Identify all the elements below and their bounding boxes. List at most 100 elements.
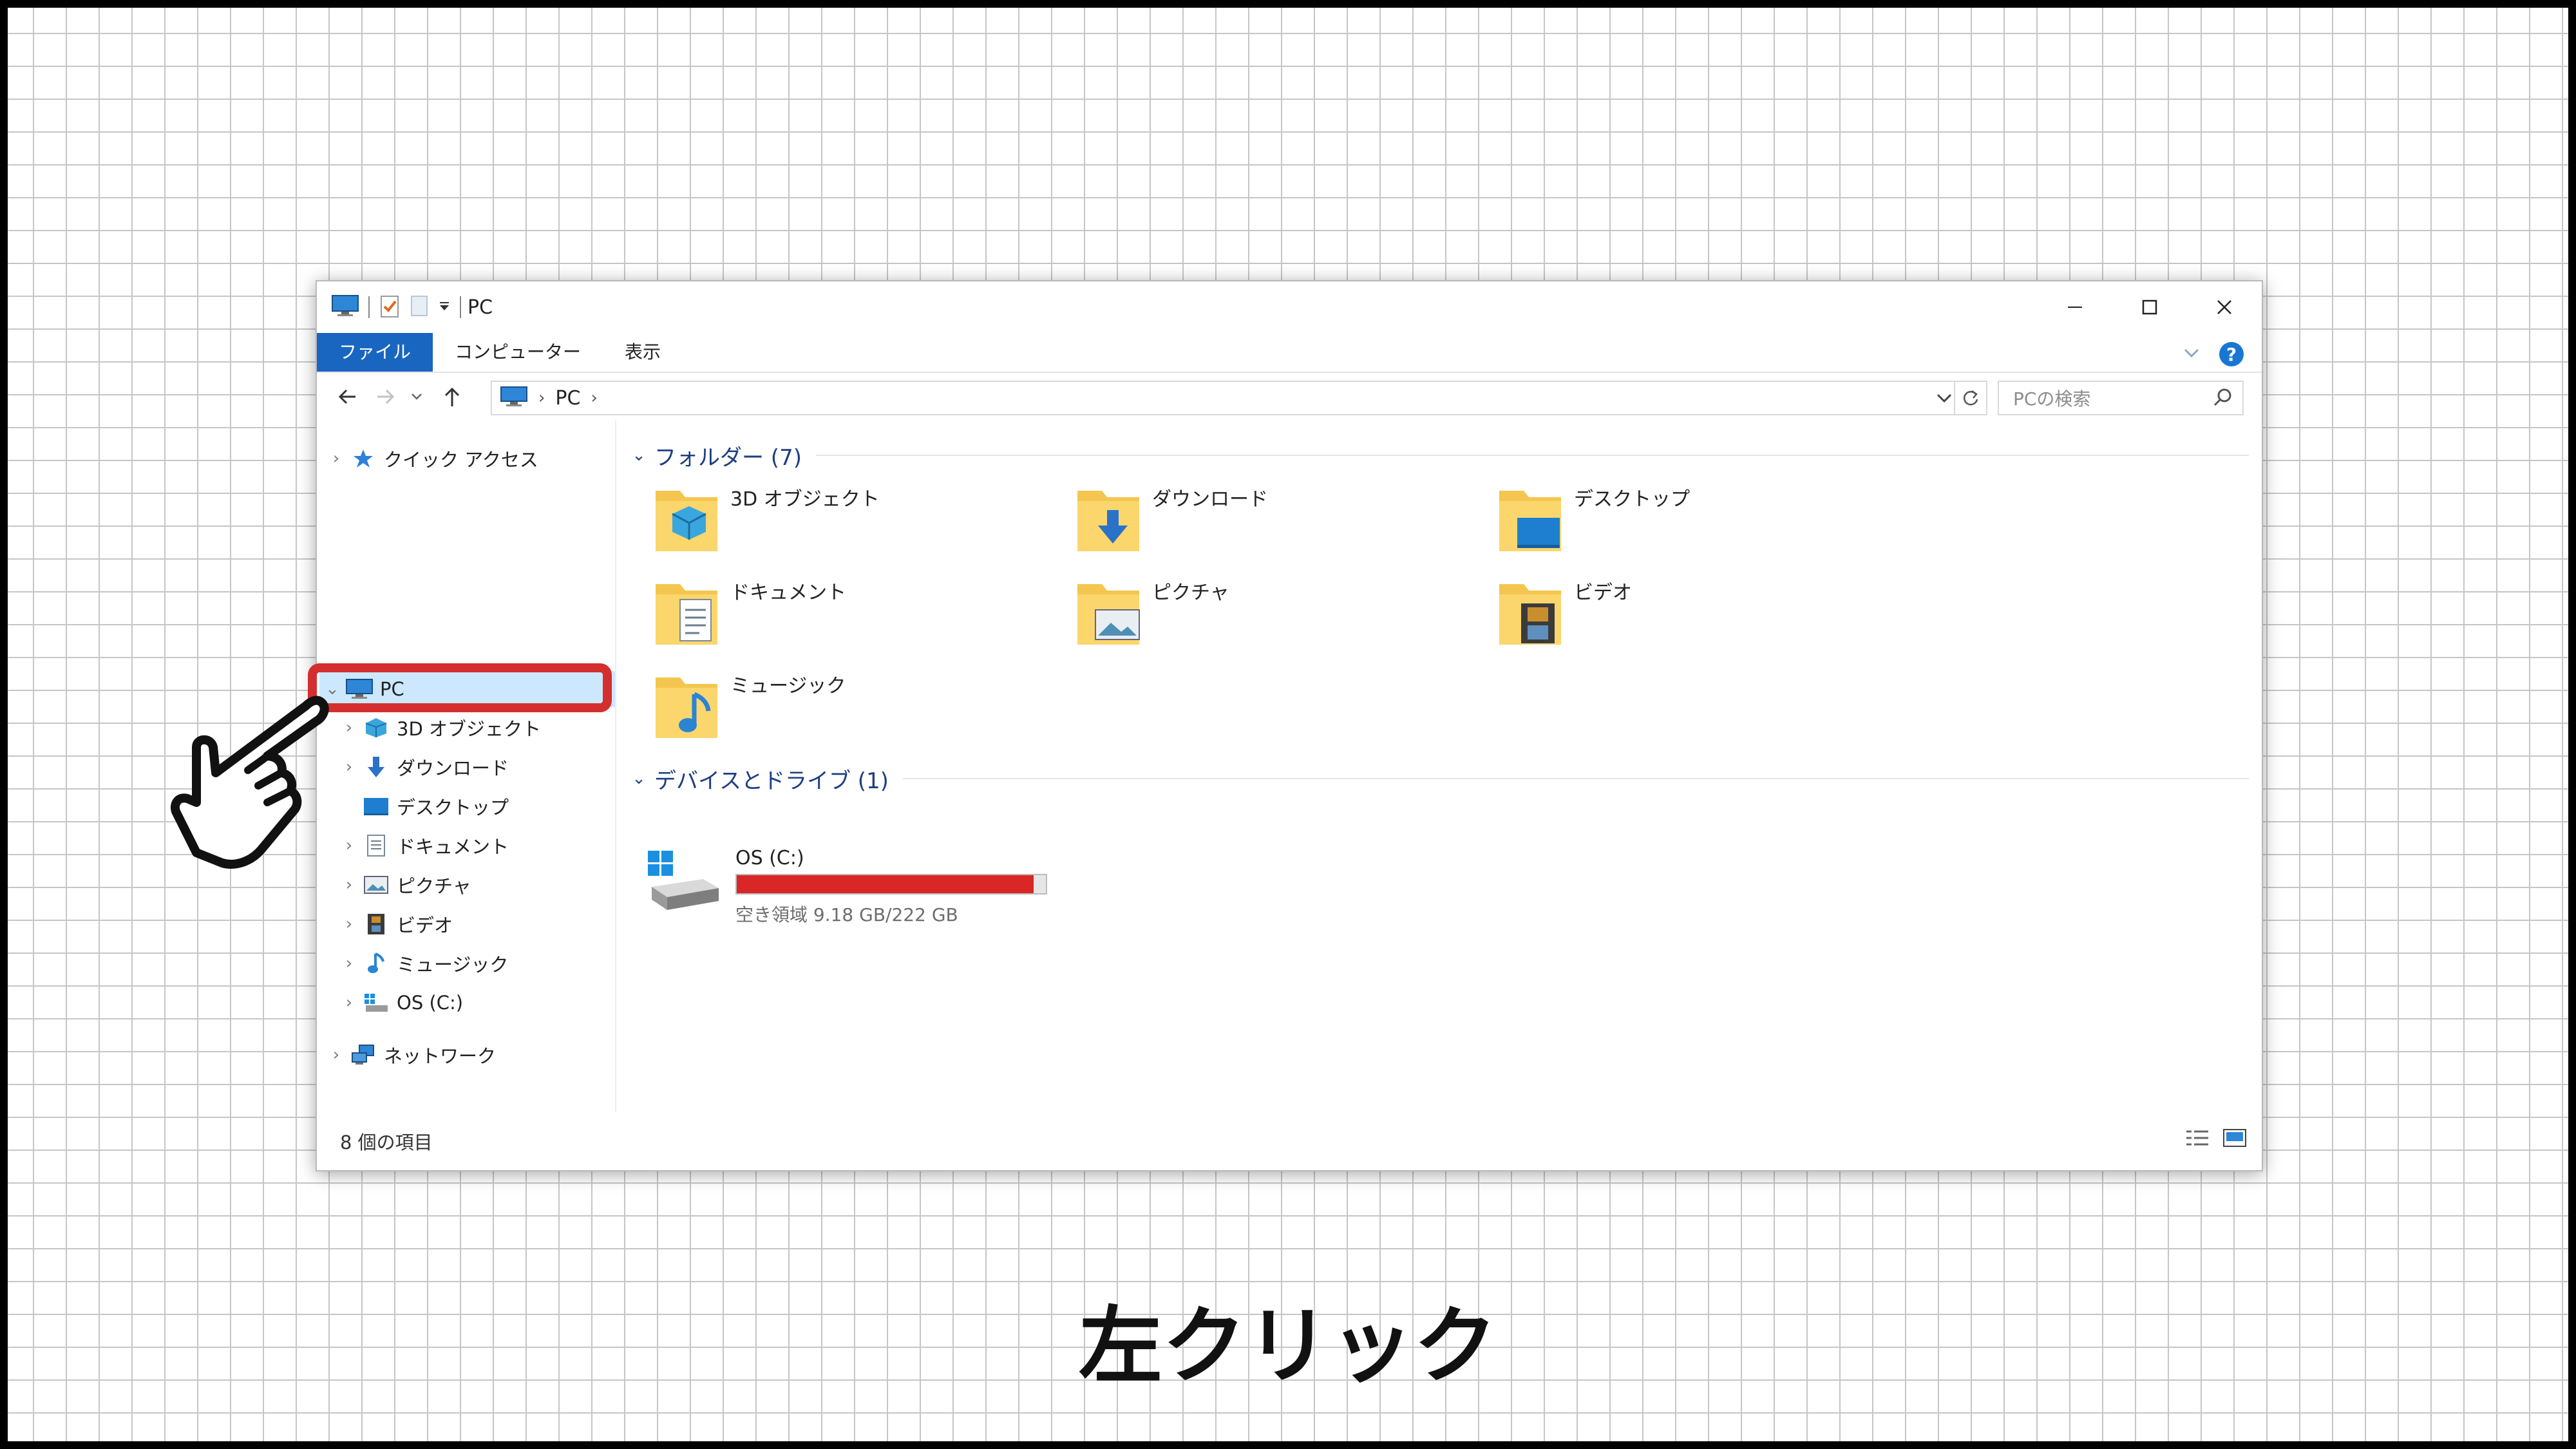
- breadcrumb-separator-icon[interactable]: ›: [591, 388, 597, 408]
- maximize-button[interactable]: [2112, 281, 2187, 333]
- pc-highlight-box: [308, 663, 612, 712]
- nav-item-documents[interactable]: › ドキュメント: [336, 828, 509, 864]
- pc-icon: [331, 294, 359, 320]
- content-pane: ⌄ フォルダー (7) 3D オブジェクト ダウンロード デスクトップ ドキュメ…: [626, 420, 2262, 1112]
- folder-3d-icon: [656, 491, 717, 551]
- nav-item-3d-objects[interactable]: › 3D オブジェクト: [336, 710, 541, 746]
- address-bar[interactable]: › PC ›: [491, 381, 1987, 415]
- navigation-pane: › クイック アクセス ⌄ PC › 3D オブジェクト › ダウンロード デス…: [317, 420, 616, 1112]
- folder-downloads[interactable]: ダウンロード: [1074, 478, 1486, 562]
- expand-chevron-icon[interactable]: ›: [323, 1045, 349, 1065]
- search-input[interactable]: PCの検索: [1998, 381, 2244, 415]
- folder-music[interactable]: ミュージック: [652, 665, 1064, 748]
- folder-picture-icon: [1077, 584, 1140, 645]
- collapse-chevron-icon[interactable]: ⌄: [626, 769, 652, 788]
- tab-file[interactable]: ファイル: [317, 333, 433, 372]
- expand-chevron-icon[interactable]: ›: [336, 993, 362, 1012]
- address-row: › PC › PCの検索: [317, 372, 2262, 421]
- tab-view[interactable]: 表示: [603, 333, 683, 372]
- star-icon: [349, 446, 377, 471]
- customize-toolbar-icon[interactable]: [438, 299, 451, 315]
- properties-icon[interactable]: [379, 294, 401, 321]
- group-label: フォルダー (7): [654, 444, 802, 471]
- tab-computer[interactable]: コンピューター: [433, 333, 603, 372]
- folder-documents[interactable]: ドキュメント: [652, 571, 1064, 655]
- folder-videos[interactable]: ビデオ: [1495, 571, 1908, 655]
- drive-usage-fill: [737, 875, 1034, 893]
- desktop-icon: [362, 793, 390, 819]
- up-arrow-icon[interactable]: [436, 381, 468, 413]
- folder-label: デスクトップ: [1574, 488, 1690, 511]
- drive-free-space: 空き領域 9.18 GB/222 GB: [735, 904, 958, 925]
- expand-chevron-icon[interactable]: ›: [336, 718, 362, 737]
- 3d-objects-icon: [362, 715, 390, 741]
- nav-item-label: ミュージック: [397, 954, 509, 976]
- title-bar: PC: [317, 281, 2262, 333]
- drive-usage-bar: [735, 874, 1047, 895]
- expand-chevron-icon[interactable]: ›: [336, 875, 362, 895]
- film-icon: [362, 911, 390, 937]
- nav-item-quick-access[interactable]: › クイック アクセス: [323, 440, 538, 477]
- quick-access-toolbar: [331, 294, 461, 321]
- folder-film-icon: [1499, 584, 1561, 645]
- help-icon[interactable]: ?: [2219, 342, 2244, 366]
- nav-item-os-c[interactable]: › OS (C:): [336, 985, 463, 1021]
- folder-pictures[interactable]: ピクチャ: [1074, 571, 1486, 655]
- breadcrumb-separator-icon[interactable]: ›: [538, 388, 545, 408]
- expand-chevron-icon[interactable]: ›: [336, 836, 362, 855]
- folder-label: ピクチャ: [1152, 582, 1229, 604]
- devices-group-header[interactable]: ⌄ デバイスとドライブ (1): [626, 762, 2249, 795]
- folder-3d-objects[interactable]: 3D オブジェクト: [652, 478, 1064, 562]
- expand-ribbon-chevron-icon[interactable]: [2183, 346, 2200, 362]
- back-arrow-icon[interactable]: [331, 381, 363, 413]
- music-note-icon: [362, 951, 390, 976]
- drive-icon: [362, 990, 390, 1016]
- nav-item-pictures[interactable]: › ピクチャ: [336, 867, 471, 903]
- window-title: PC: [468, 296, 493, 319]
- collapse-chevron-icon[interactable]: ⌄: [626, 446, 652, 465]
- nav-item-label: OS (C:): [397, 992, 464, 1014]
- recent-locations-chevron-icon[interactable]: [404, 381, 430, 413]
- folder-desktop[interactable]: デスクトップ: [1495, 478, 1908, 562]
- drive-tile-os-c[interactable]: OS (C:) 空き領域 9.18 GB/222 GB: [645, 842, 1096, 925]
- new-folder-icon[interactable]: [410, 294, 429, 320]
- item-count: 8 個の項目: [340, 1132, 433, 1153]
- pointing-hand-icon: [171, 696, 329, 869]
- nav-item-desktop[interactable]: デスクトップ: [336, 788, 509, 824]
- status-bar: 8 個の項目: [317, 1113, 2262, 1170]
- address-history-chevron-icon[interactable]: [1936, 382, 1953, 414]
- folder-music-icon: [656, 677, 717, 738]
- nav-item-label: ネットワーク: [384, 1045, 497, 1067]
- network-icon: [349, 1042, 377, 1068]
- folder-document-icon: [656, 584, 717, 645]
- expand-chevron-icon[interactable]: ›: [323, 449, 349, 468]
- window-controls: [2038, 281, 2262, 333]
- nav-item-videos[interactable]: › ビデオ: [336, 906, 453, 942]
- folder-desktop-icon: [1499, 491, 1561, 551]
- minimize-button[interactable]: [2038, 281, 2112, 333]
- refresh-icon[interactable]: [1954, 382, 1986, 414]
- forward-arrow-icon[interactable]: [370, 381, 402, 413]
- pc-icon: [500, 386, 528, 410]
- close-button[interactable]: [2187, 281, 2262, 333]
- nav-item-music[interactable]: › ミュージック: [336, 945, 508, 981]
- folders-group-header[interactable]: ⌄ フォルダー (7): [626, 439, 2249, 471]
- download-arrow-icon: [362, 754, 390, 780]
- breadcrumb-pc[interactable]: PC: [555, 387, 580, 410]
- explorer-window: PC ファイル コンピューター 表示 ? › PC › PCの検索 › クイック…: [316, 280, 2263, 1171]
- nav-item-network[interactable]: › ネットワーク: [323, 1037, 496, 1073]
- folder-download-icon: [1077, 491, 1139, 551]
- nav-item-label: クイック アクセス: [384, 449, 538, 471]
- search-icon[interactable]: [2213, 387, 2233, 410]
- ribbon-tabs: ファイル コンピューター 表示 ?: [317, 333, 2262, 372]
- expand-chevron-icon[interactable]: ›: [336, 757, 362, 777]
- windows-drive-icon: [648, 851, 719, 910]
- folder-label: ミュージック: [730, 675, 846, 697]
- nav-item-downloads[interactable]: › ダウンロード: [336, 749, 509, 785]
- expand-chevron-icon[interactable]: ›: [336, 914, 362, 934]
- details-view-icon[interactable]: [2184, 1128, 2210, 1151]
- nav-item-label: ドキュメント: [397, 836, 509, 858]
- caption-left-click: 左クリック: [1078, 1297, 1497, 1395]
- expand-chevron-icon[interactable]: ›: [336, 954, 362, 973]
- large-icons-view-icon[interactable]: [2222, 1128, 2248, 1151]
